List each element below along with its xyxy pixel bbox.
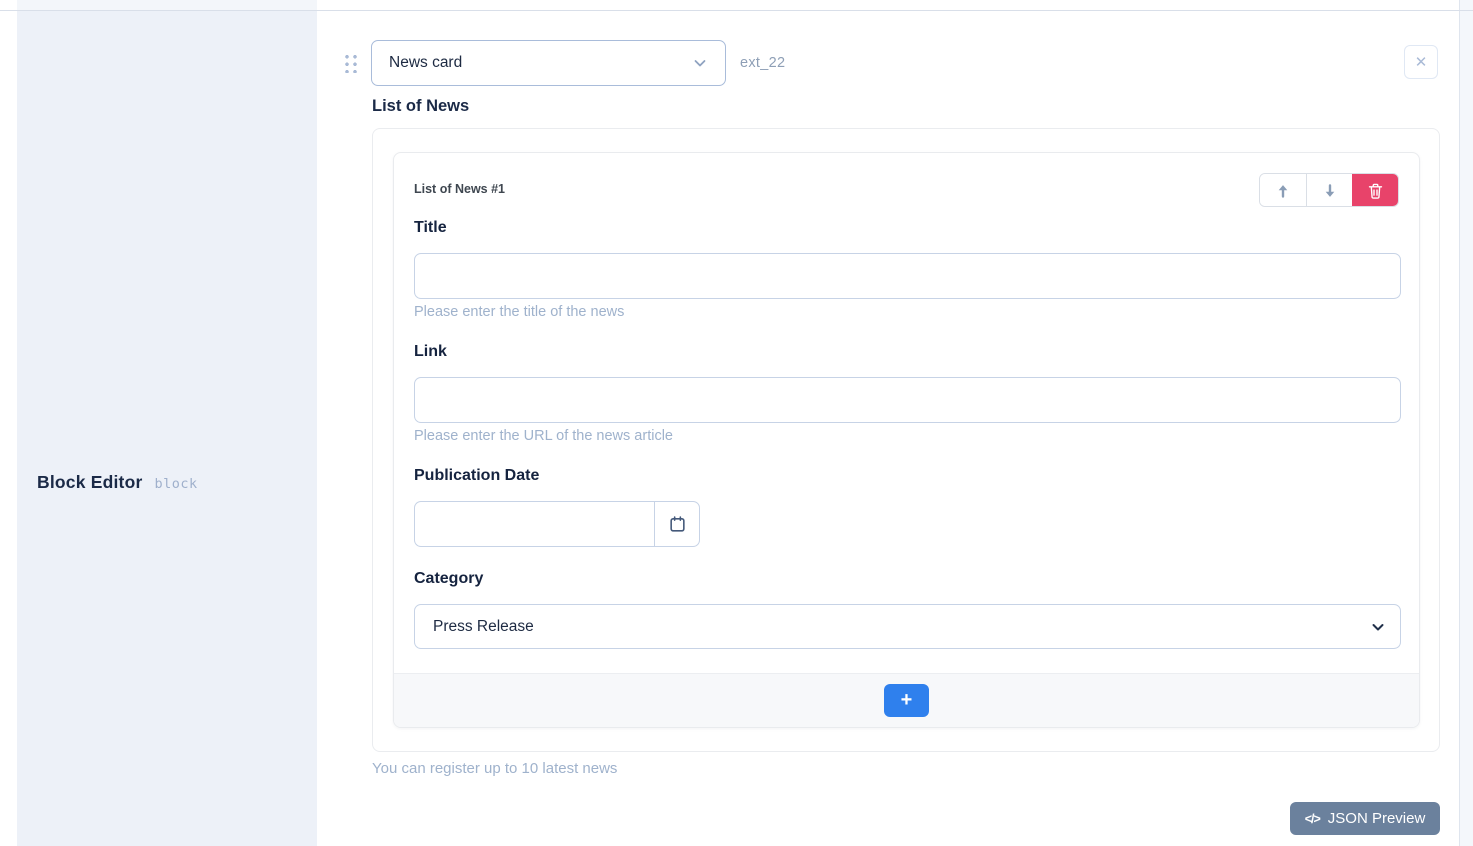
- close-icon: ✕: [1415, 55, 1428, 70]
- item-header-row: List of News #1: [414, 173, 1399, 207]
- add-item-button[interactable]: +: [884, 684, 929, 717]
- title-label: Title: [414, 218, 1399, 238]
- block-type-select-value: News card: [389, 54, 462, 72]
- block-editor-panel: News card ext_22 ✕ List of News List of …: [317, 11, 1459, 846]
- calendar-button[interactable]: [654, 501, 700, 547]
- card-footer: +: [394, 673, 1419, 727]
- calendar-icon: [668, 515, 687, 534]
- item-heading: List of News #1: [414, 173, 505, 196]
- title-input[interactable]: [414, 253, 1401, 299]
- json-preview-label: JSON Preview: [1328, 810, 1426, 827]
- move-down-button[interactable]: [1306, 174, 1352, 207]
- code-icon: </>: [1305, 812, 1320, 826]
- sidebar: Block Editor block: [17, 11, 317, 846]
- chevron-down-icon: [691, 54, 709, 72]
- delete-item-button[interactable]: [1352, 174, 1398, 207]
- link-input[interactable]: [414, 377, 1401, 423]
- arrow-down-icon: [1322, 183, 1338, 199]
- sidebar-top-strip: [17, 0, 317, 10]
- item-action-buttons: [1259, 173, 1399, 207]
- scrollbar-gutter: [1459, 0, 1473, 846]
- list-items-container: List of News #1 Title: [372, 128, 1440, 752]
- plus-icon: +: [901, 690, 913, 710]
- block-type-tag: block: [154, 476, 197, 492]
- chevron-down-icon: [1370, 619, 1386, 635]
- move-up-button[interactable]: [1260, 174, 1306, 207]
- field-key-label: ext_22: [740, 40, 785, 86]
- block-editor-heading: Block Editor block: [37, 472, 198, 493]
- title-hint: Please enter the title of the news: [414, 304, 1399, 320]
- category-select[interactable]: Press Release: [414, 604, 1401, 649]
- trash-icon: [1368, 183, 1383, 199]
- close-block-button[interactable]: ✕: [1404, 45, 1438, 79]
- category-label: Category: [414, 569, 1399, 589]
- drag-handle-icon[interactable]: [343, 52, 357, 73]
- publication-date-label: Publication Date: [414, 466, 1399, 486]
- json-preview-button[interactable]: </> JSON Preview: [1290, 802, 1440, 835]
- publication-date-input[interactable]: [414, 501, 654, 547]
- block-editor-title: Block Editor: [37, 472, 142, 493]
- category-select-value: Press Release: [433, 618, 534, 636]
- link-label: Link: [414, 342, 1399, 362]
- list-item-card: List of News #1 Title: [393, 152, 1420, 728]
- list-help-text: You can register up to 10 latest news: [372, 760, 617, 777]
- arrow-up-icon: [1275, 183, 1291, 199]
- top-divider: [0, 10, 1473, 11]
- list-field-label: List of News: [372, 97, 469, 116]
- list-item-card-body: List of News #1 Title: [394, 153, 1419, 673]
- block-type-select[interactable]: News card: [371, 40, 726, 86]
- publication-date-group: [414, 501, 700, 547]
- link-hint: Please enter the URL of the news article: [414, 428, 1399, 444]
